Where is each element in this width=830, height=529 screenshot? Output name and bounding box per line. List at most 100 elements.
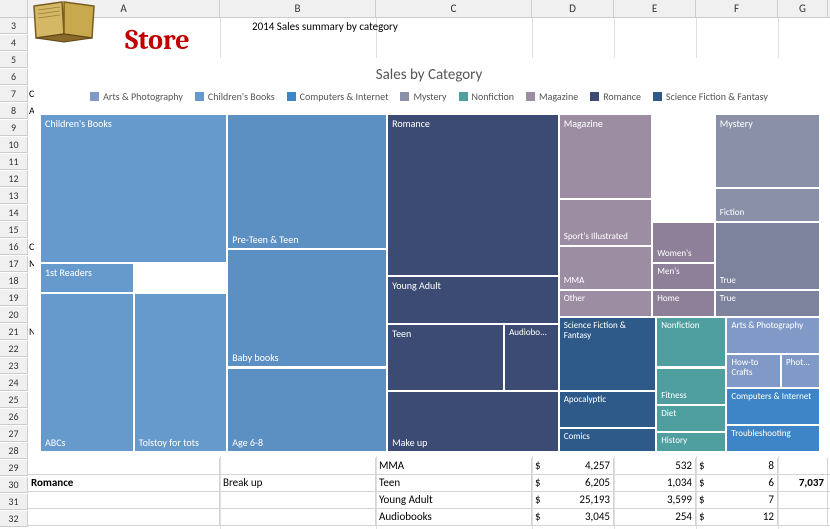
cell-amount-f[interactable]: $6 (696, 475, 778, 491)
tm-sports-ill[interactable]: Sport's Illustrated (559, 199, 653, 246)
row-header-26[interactable]: 26 (0, 409, 28, 425)
cell-category[interactable] (28, 458, 220, 474)
tm-mma[interactable]: MMA (559, 246, 653, 290)
row-header-30[interactable]: 30 (0, 477, 28, 493)
row-header-31[interactable]: 31 (0, 494, 28, 510)
row-header-21[interactable]: 21 (0, 324, 28, 340)
row-header-14[interactable]: 14 (0, 205, 28, 221)
row-header-27[interactable]: 27 (0, 426, 28, 442)
tm-makeup[interactable]: Make up (387, 391, 559, 452)
tm-nonfiction[interactable]: Nonfiction (656, 317, 726, 368)
tm-true2[interactable]: True (715, 290, 820, 317)
tm-phot[interactable]: Phot... (781, 354, 820, 388)
col-header-g[interactable]: G (778, 0, 828, 17)
row-header-8[interactable]: 8 (0, 103, 28, 119)
tm-history[interactable]: History (656, 432, 726, 452)
row-header-16[interactable]: 16 (0, 239, 28, 255)
cell-amount-d[interactable]: $4,257 (532, 458, 614, 474)
row-header-15[interactable]: 15 (0, 222, 28, 238)
tm-childrens-books[interactable]: Children's Books (40, 114, 227, 263)
tm-troubleshoot[interactable]: Troubleshooting (726, 425, 820, 452)
cell-sub[interactable]: Break up (220, 475, 376, 491)
tm-mystery[interactable]: Mystery (715, 114, 820, 188)
table-row[interactable]: RomanceBreak upTeen$6,2051,034$6Romance7… (28, 475, 830, 492)
cell-sub[interactable] (220, 492, 376, 508)
tm-baby[interactable]: Baby books (227, 249, 387, 367)
cell-category[interactable] (28, 492, 220, 508)
row-header-25[interactable]: 25 (0, 392, 28, 408)
cell-category[interactable]: Romance (28, 475, 220, 491)
tm-scifi[interactable]: Science Fiction & Fantasy (559, 317, 657, 391)
tm-diet[interactable]: Diet (656, 405, 726, 432)
tm-teen[interactable]: Teen (387, 324, 504, 392)
cell-amount-d[interactable]: $3,045 (532, 509, 614, 525)
cell-item[interactable]: MMA (376, 458, 532, 474)
cell-g[interactable] (778, 509, 828, 525)
row-header-11[interactable]: 11 (0, 154, 28, 170)
col-header-c[interactable]: C (376, 0, 532, 17)
cell-g[interactable] (778, 458, 828, 474)
row-header-9[interactable]: 9 (0, 120, 28, 136)
cell-qty-e[interactable]: 1,034 (614, 475, 696, 491)
tm-comics[interactable]: Comics (559, 428, 657, 452)
row-header-13[interactable]: 13 (0, 188, 28, 204)
col-header-e[interactable]: E (614, 0, 696, 17)
cell-item[interactable]: Young Adult (376, 492, 532, 508)
row-header-17[interactable]: 17 (0, 256, 28, 272)
row-header-18[interactable]: 18 (0, 273, 28, 289)
tm-crafts[interactable]: How-to Crafts (726, 354, 781, 388)
tm-tolstoy[interactable]: Tolstoy for tots (134, 293, 228, 452)
cell-amount-f[interactable]: $8 (696, 458, 778, 474)
row-header-20[interactable]: 20 (0, 307, 28, 323)
cell-item[interactable]: Teen (376, 475, 532, 491)
cell-g[interactable]: Romance7,037 (778, 475, 828, 491)
tm-mens[interactable]: Men's (652, 263, 714, 290)
tm-arts[interactable]: Arts & Photography (726, 317, 820, 354)
tm-computers[interactable]: Computers & Internet (726, 388, 820, 425)
tm-true1[interactable]: True (715, 222, 820, 290)
row-header-28[interactable]: 28 (0, 443, 28, 459)
tm-age68[interactable]: Age 6-8 (227, 368, 387, 453)
col-header-f[interactable]: F (696, 0, 778, 17)
row-header-12[interactable]: 12 (0, 171, 28, 187)
cell-sub[interactable] (220, 458, 376, 474)
tm-abcs[interactable]: ABCs (40, 293, 134, 452)
cell-category[interactable] (28, 509, 220, 525)
cell-qty-e[interactable]: 532 (614, 458, 696, 474)
tm-fiction[interactable]: Fiction (715, 188, 820, 222)
row-header-29[interactable]: 29 (0, 460, 28, 476)
row-header-10[interactable]: 10 (0, 137, 28, 153)
cell-amount-f[interactable]: $12 (696, 509, 778, 525)
table-row[interactable]: MMA$4,257532$8 (28, 458, 830, 475)
tm-magazine[interactable]: Magazine (559, 114, 653, 199)
row-header-6[interactable]: 6 (0, 69, 28, 85)
cell-sub[interactable] (220, 509, 376, 525)
row-header-19[interactable]: 19 (0, 290, 28, 306)
row-header-24[interactable]: 24 (0, 375, 28, 391)
row-header-5[interactable]: 5 (0, 52, 28, 68)
tm-young-adult[interactable]: Young Adult (387, 276, 559, 323)
tm-preteen[interactable]: Pre-Teen & Teen (227, 114, 387, 249)
cell-qty-e[interactable]: 254 (614, 509, 696, 525)
row-header-3[interactable]: 3 (0, 18, 28, 34)
tm-other[interactable]: Other (559, 290, 653, 317)
tm-apocalyptic[interactable]: Apocalyptic (559, 391, 657, 428)
tm-1st-readers[interactable]: 1st Readers (40, 263, 134, 293)
tm-audiobooks[interactable]: Audiobo... (504, 324, 559, 392)
cell-g[interactable] (778, 492, 828, 508)
treemap-chart[interactable]: Sales by Category Arts & PhotographyChil… (34, 58, 824, 456)
row-header-4[interactable]: 4 (0, 35, 28, 51)
col-header-d[interactable]: D (532, 0, 614, 17)
row-header-7[interactable]: 7 (0, 86, 28, 102)
table-row[interactable]: Young Adult$25,1933,599$7 (28, 492, 830, 509)
row-header-22[interactable]: 22 (0, 341, 28, 357)
row-header-32[interactable]: 32 (0, 511, 28, 527)
col-header-b[interactable]: B (220, 0, 376, 17)
tm-fitness[interactable]: Fitness (656, 368, 726, 405)
cell-item[interactable]: Audiobooks (376, 509, 532, 525)
cell-qty-e[interactable]: 3,599 (614, 492, 696, 508)
tm-womens[interactable]: Women's (652, 222, 714, 263)
cell-amount-d[interactable]: $6,205 (532, 475, 614, 491)
cell-amount-d[interactable]: $25,193 (532, 492, 614, 508)
cell-amount-f[interactable]: $7 (696, 492, 778, 508)
